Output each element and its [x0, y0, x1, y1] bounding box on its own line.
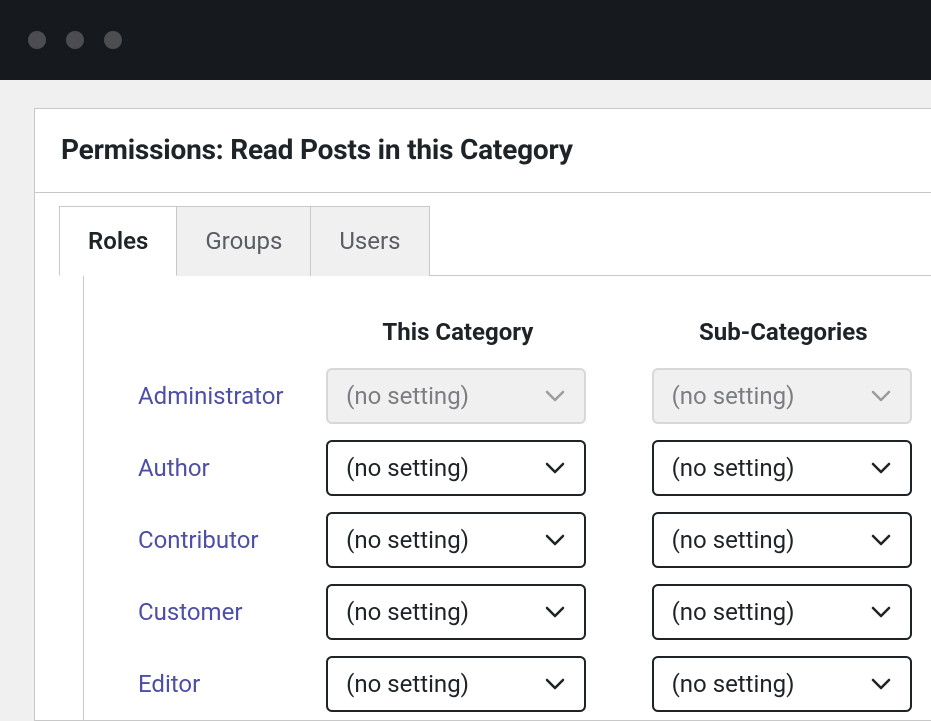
select-value: (no setting) [672, 382, 795, 410]
chevron-down-icon [544, 673, 566, 695]
chevron-down-icon [870, 457, 892, 479]
select-contributor-sub-categories[interactable]: (no setting) [652, 512, 912, 568]
table-row: Editor (no setting) (no setting) [84, 648, 931, 720]
select-customer-sub-categories[interactable]: (no setting) [652, 584, 912, 640]
chevron-down-icon [870, 673, 892, 695]
chevron-down-icon [544, 385, 566, 407]
select-value: (no setting) [346, 598, 469, 626]
select-author-this-category[interactable]: (no setting) [326, 440, 586, 496]
content-area: Permissions: Read Posts in this Category… [0, 80, 931, 721]
role-name-customer: Customer [138, 598, 242, 626]
table-row: Author (no setting) (no setting) [84, 432, 931, 504]
window-titlebar [0, 0, 931, 80]
role-permissions-section: This Category Sub-Categories Administrat… [83, 276, 931, 720]
permissions-panel: Permissions: Read Posts in this Category… [34, 108, 931, 721]
select-author-sub-categories[interactable]: (no setting) [652, 440, 912, 496]
table-row: Contributor (no setting) (no setti [84, 504, 931, 576]
role-name-author: Author [138, 454, 210, 482]
chevron-down-icon [870, 601, 892, 623]
select-value: (no setting) [346, 454, 469, 482]
panel-header: Permissions: Read Posts in this Category [35, 109, 931, 193]
select-value: (no setting) [346, 526, 469, 554]
table-row: Customer (no setting) (no setting) [84, 576, 931, 648]
tab-users[interactable]: Users [311, 206, 429, 276]
select-value: (no setting) [346, 670, 469, 698]
chevron-down-icon [544, 601, 566, 623]
column-header-this-category: This Category [310, 318, 605, 360]
select-value: (no setting) [346, 382, 469, 410]
select-value: (no setting) [672, 670, 795, 698]
column-header-sub-categories: Sub-Categories [636, 318, 931, 360]
traffic-light-minimize[interactable] [66, 31, 84, 49]
tab-groups[interactable]: Groups [177, 206, 311, 276]
chevron-down-icon [870, 385, 892, 407]
role-name-editor: Editor [138, 670, 200, 698]
traffic-light-close[interactable] [28, 31, 46, 49]
select-administrator-this-category: (no setting) [326, 368, 586, 424]
tabs: Roles Groups Users [59, 205, 931, 276]
role-name-administrator: Administrator [138, 382, 284, 410]
select-editor-this-category[interactable]: (no setting) [326, 656, 586, 712]
chevron-down-icon [544, 457, 566, 479]
select-value: (no setting) [672, 598, 795, 626]
role-permissions-table: This Category Sub-Categories Administrat… [84, 318, 931, 720]
tabs-area: Roles Groups Users This Category Sub-Cat… [35, 193, 931, 720]
traffic-light-zoom[interactable] [104, 31, 122, 49]
panel-title: Permissions: Read Posts in this Category [61, 133, 905, 166]
tab-roles[interactable]: Roles [59, 206, 177, 276]
select-value: (no setting) [672, 526, 795, 554]
select-contributor-this-category[interactable]: (no setting) [326, 512, 586, 568]
role-name-contributor: Contributor [138, 526, 259, 554]
table-row: Administrator (no setting) (no set [84, 360, 931, 432]
chevron-down-icon [870, 529, 892, 551]
select-value: (no setting) [672, 454, 795, 482]
chevron-down-icon [544, 529, 566, 551]
select-editor-sub-categories[interactable]: (no setting) [652, 656, 912, 712]
select-administrator-sub-categories: (no setting) [652, 368, 912, 424]
select-customer-this-category[interactable]: (no setting) [326, 584, 586, 640]
